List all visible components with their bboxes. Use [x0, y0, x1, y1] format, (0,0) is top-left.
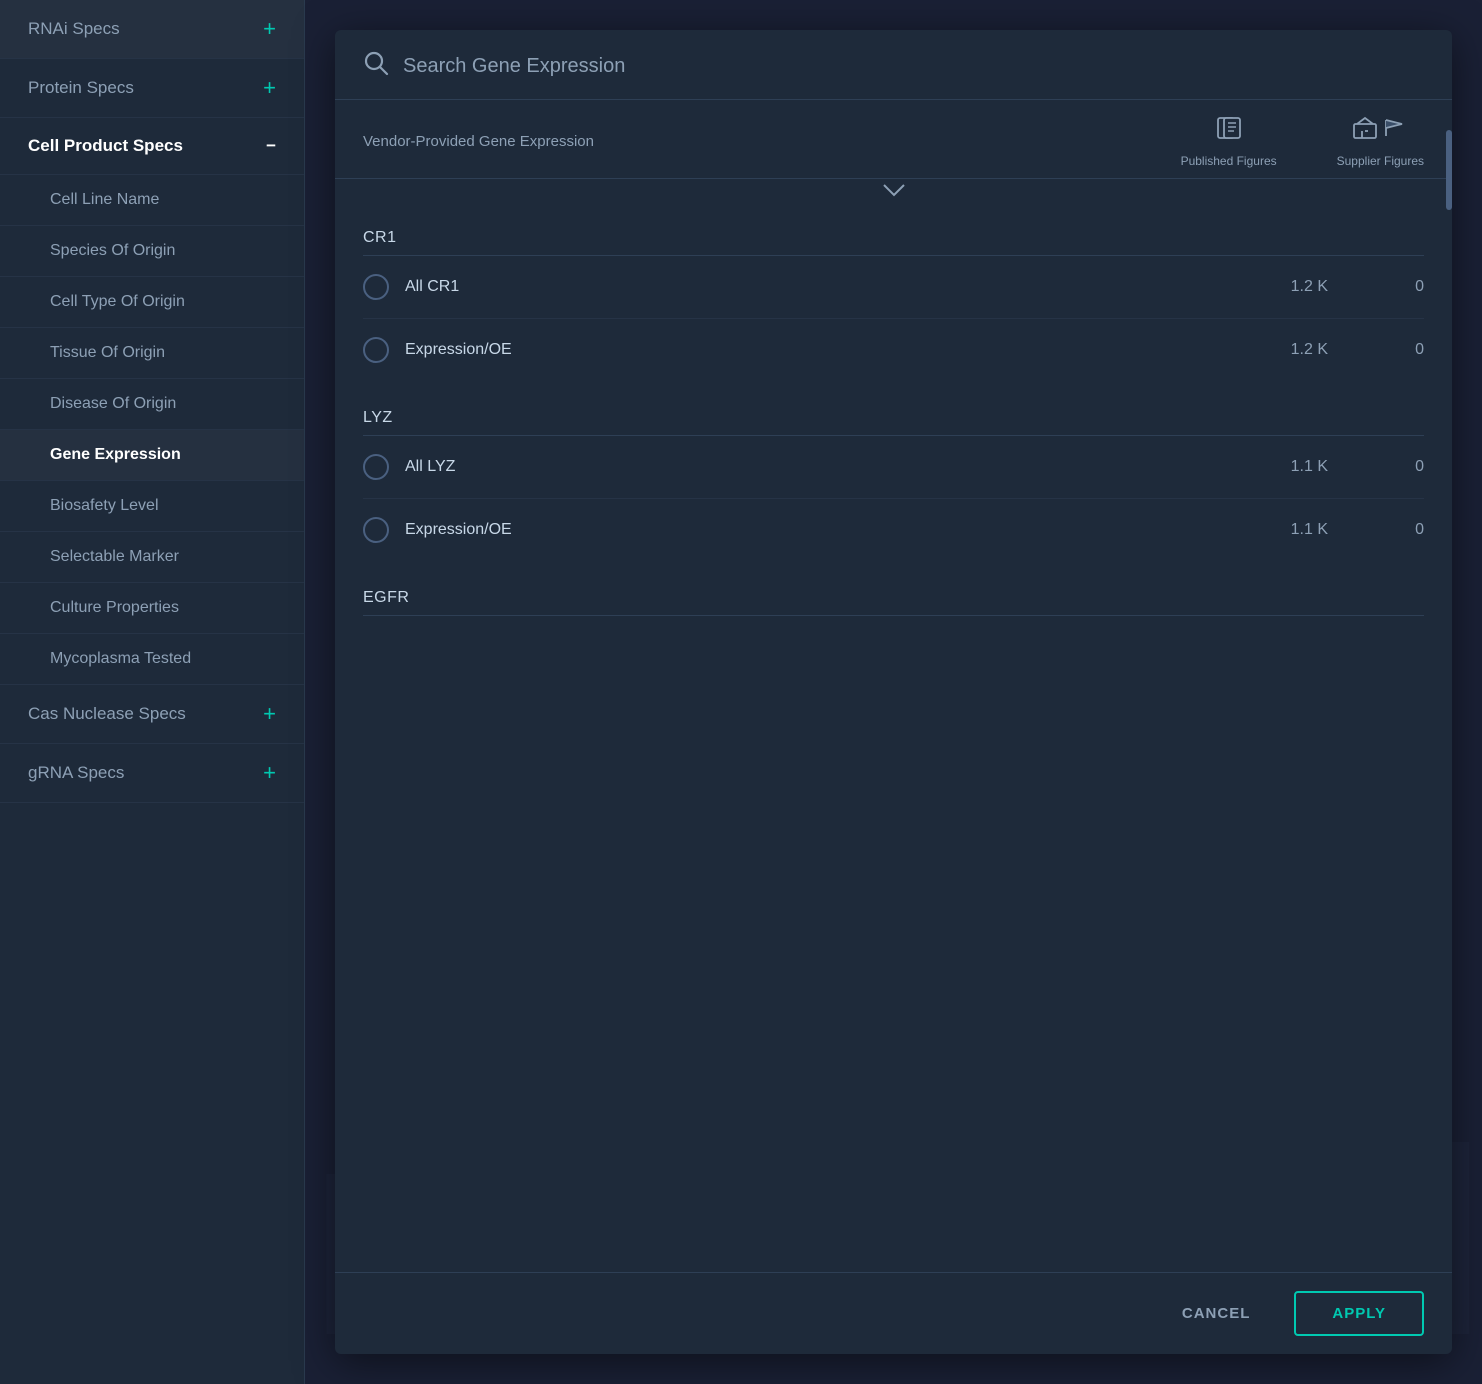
- sidebar-item-mycoplasma-tested[interactable]: Mycoplasma Tested: [0, 634, 304, 685]
- radio-expr-lyz[interactable]: [363, 517, 389, 543]
- sidebar-item-label: Cas Nuclease Specs: [28, 704, 186, 724]
- radio-expr-cr1[interactable]: [363, 337, 389, 363]
- search-input[interactable]: [403, 55, 1424, 78]
- column-figures: Published Figures: [1181, 114, 1424, 168]
- scroll-indicator: [1446, 130, 1452, 210]
- sidebar-item-selectable-marker[interactable]: Selectable Marker: [0, 532, 304, 583]
- gene-row-all-lyz[interactable]: All LYZ 1.1 K 0: [363, 436, 1424, 499]
- sidebar-child-label: Cell Type Of Origin: [50, 293, 185, 311]
- sidebar-item-cas-nuclease-specs[interactable]: Cas Nuclease Specs +: [0, 685, 304, 744]
- gene-row-label: Expression/OE: [405, 341, 1192, 359]
- sidebar-child-label: Culture Properties: [50, 599, 179, 617]
- sidebar-item-grna-specs[interactable]: gRNA Specs +: [0, 744, 304, 803]
- gene-group-lyz: LYZ All LYZ 1.1 K 0 Expression/OE 1.1 K …: [363, 399, 1424, 561]
- gene-group-cr1: CR1 All CR1 1.2 K 0 Expression/OE 1.2 K …: [363, 219, 1424, 381]
- sidebar-child-label: Tissue Of Origin: [50, 344, 165, 362]
- published-figures-icon: [1215, 114, 1243, 148]
- gene-row-published: 1.1 K: [1208, 521, 1328, 539]
- sidebar-child-label: Biosafety Level: [50, 497, 159, 515]
- gene-row-published: 1.2 K: [1208, 341, 1328, 359]
- cancel-button[interactable]: CANCEL: [1158, 1293, 1275, 1334]
- sidebar-item-cell-line-name[interactable]: Cell Line Name: [0, 175, 304, 226]
- main-area: Vendor-Provided Gene Expression Publis: [305, 0, 1482, 1384]
- gene-row-label: All LYZ: [405, 458, 1192, 476]
- gene-row-supplier: 0: [1344, 458, 1424, 476]
- sidebar-item-label: gRNA Specs: [28, 763, 124, 783]
- search-bar: [335, 30, 1452, 100]
- gene-expression-dialog: Vendor-Provided Gene Expression Publis: [335, 30, 1452, 1354]
- gene-group-egfr: EGFR: [363, 579, 1424, 616]
- sidebar-item-culture-properties[interactable]: Culture Properties: [0, 583, 304, 634]
- expand-icon: +: [263, 18, 276, 40]
- chevron-indicator: [335, 179, 1452, 201]
- radio-all-cr1[interactable]: [363, 274, 389, 300]
- sidebar-item-cell-type-of-origin[interactable]: Cell Type Of Origin: [0, 277, 304, 328]
- sidebar-item-gene-expression[interactable]: Gene Expression: [0, 430, 304, 481]
- sidebar-child-label: Disease Of Origin: [50, 395, 176, 413]
- sidebar-group-label-text: Cell Product Specs: [28, 136, 183, 156]
- sidebar-item-species-of-origin[interactable]: Species Of Origin: [0, 226, 304, 277]
- gene-group-header-egfr: EGFR: [363, 579, 1424, 616]
- collapse-icon: −: [266, 136, 276, 156]
- gene-row-expr-cr1[interactable]: Expression/OE 1.2 K 0: [363, 319, 1424, 381]
- sidebar-item-disease-of-origin[interactable]: Disease Of Origin: [0, 379, 304, 430]
- supplier-figures-icon: [1352, 114, 1408, 148]
- supplier-figures-label: Supplier Figures: [1337, 154, 1424, 168]
- vendor-label: Vendor-Provided Gene Expression: [363, 133, 1181, 150]
- gene-row-supplier: 0: [1344, 278, 1424, 296]
- expand-icon: +: [263, 77, 276, 99]
- sidebar-item-label: RNAi Specs: [28, 19, 120, 39]
- sidebar: RNAi Specs + Protein Specs + Cell Produc…: [0, 0, 305, 1384]
- column-headers: Vendor-Provided Gene Expression Publis: [335, 100, 1452, 179]
- gene-row-published: 1.1 K: [1208, 458, 1328, 476]
- gene-group-header-cr1: CR1: [363, 219, 1424, 256]
- gene-expression-list[interactable]: CR1 All CR1 1.2 K 0 Expression/OE 1.2 K …: [335, 201, 1452, 1272]
- gene-row-supplier: 0: [1344, 521, 1424, 539]
- sidebar-child-label: Cell Line Name: [50, 191, 159, 209]
- sidebar-item-label: Protein Specs: [28, 78, 134, 98]
- supplier-figures-column: Supplier Figures: [1337, 114, 1424, 168]
- published-figures-column: Published Figures: [1181, 114, 1277, 168]
- published-figures-label: Published Figures: [1181, 154, 1277, 168]
- radio-all-lyz[interactable]: [363, 454, 389, 480]
- sidebar-item-biosafety-level[interactable]: Biosafety Level: [0, 481, 304, 532]
- search-icon: [363, 50, 389, 83]
- sidebar-item-tissue-of-origin[interactable]: Tissue Of Origin: [0, 328, 304, 379]
- dialog-footer: CANCEL APPLY: [335, 1272, 1452, 1354]
- expand-icon: +: [263, 703, 276, 725]
- gene-row-label: All CR1: [405, 278, 1192, 296]
- sidebar-child-label: Gene Expression: [50, 446, 181, 464]
- expand-icon: +: [263, 762, 276, 784]
- gene-group-header-lyz: LYZ: [363, 399, 1424, 436]
- sidebar-child-label: Selectable Marker: [50, 548, 179, 566]
- gene-row-published: 1.2 K: [1208, 278, 1328, 296]
- sidebar-item-cell-product-specs[interactable]: Cell Product Specs −: [0, 118, 304, 175]
- gene-row-all-cr1[interactable]: All CR1 1.2 K 0: [363, 256, 1424, 319]
- sidebar-child-label: Mycoplasma Tested: [50, 650, 191, 668]
- sidebar-item-rnai-specs[interactable]: RNAi Specs +: [0, 0, 304, 59]
- gene-row-expr-lyz[interactable]: Expression/OE 1.1 K 0: [363, 499, 1424, 561]
- sidebar-item-protein-specs[interactable]: Protein Specs +: [0, 59, 304, 118]
- gene-row-supplier: 0: [1344, 341, 1424, 359]
- apply-button[interactable]: APPLY: [1294, 1291, 1424, 1336]
- gene-row-label: Expression/OE: [405, 521, 1192, 539]
- sidebar-child-label: Species Of Origin: [50, 242, 175, 260]
